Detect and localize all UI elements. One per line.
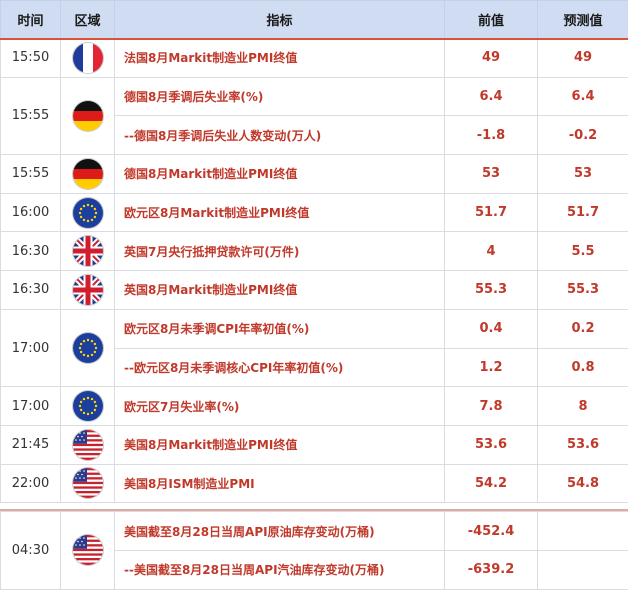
indicator-name: 美国8月Markit制造业PMI终值	[114, 424, 445, 465]
event-time: 17:00	[0, 386, 61, 426]
indicator-name: 英国7月央行抵押贷款许可(万件)	[114, 231, 445, 272]
forecast-value	[537, 511, 628, 551]
region-flag-cell	[60, 192, 115, 233]
event-time: 16:00	[0, 192, 61, 233]
usa-flag-icon	[73, 430, 103, 460]
eu-flag-icon	[73, 391, 103, 421]
indicator-name: 欧元区7月失业率(%)	[114, 386, 445, 426]
region-flag-cell	[60, 424, 115, 465]
indicator-name: 德国8月季调后失业率(%)	[114, 76, 445, 117]
event-time: 17:00	[0, 308, 61, 388]
forecast-value: 6.4	[537, 76, 628, 117]
forecast-value: 53	[537, 154, 628, 194]
event-time: 22:00	[0, 463, 61, 504]
indicator-name: 美国8月ISM制造业PMI	[114, 463, 445, 504]
forecast-value: 5.5	[537, 231, 628, 272]
table-row[interactable]: 17:00 欧元区7月失业率(%) 7.8 8	[0, 386, 628, 426]
region-flag-cell	[60, 154, 115, 194]
indicator-name: 法国8月Markit制造业PMI终值	[114, 38, 445, 78]
france-flag-icon	[73, 43, 103, 73]
germany-flag-icon	[73, 159, 103, 189]
region-flag-cell	[60, 231, 115, 272]
table-row[interactable]: 21:45 美国8月Markit制造业PMI终值 53.6 53.6	[0, 424, 628, 465]
uk-flag-icon	[73, 236, 103, 266]
previous-value: 55.3	[444, 270, 538, 310]
night-calendar-table: 04:30 美国截至8月28日当周API原油库存变动(万桶) -452.4 --美国截…	[0, 511, 628, 590]
event-time: 15:55	[0, 76, 61, 156]
calendar-table: 时间 区域 指标 前值 预测值 15:50 法国8月Markit制造业PMI终值 4…	[0, 0, 628, 504]
region-flag-cell	[60, 308, 115, 388]
usa-flag-icon	[73, 468, 103, 498]
uk-flag-icon	[73, 275, 103, 305]
usa-flag-icon	[73, 535, 103, 565]
region-flag-cell	[60, 38, 115, 78]
germany-flag-icon	[73, 101, 103, 131]
table-row[interactable]: 17:00 欧元区8月未季调CPI年率初值(%) 0.4 0.2	[0, 308, 628, 388]
previous-value: -639.2	[444, 549, 538, 590]
header-time: 时间	[0, 0, 61, 39]
indicator-name: --美国截至8月28日当周API汽油库存变动(万桶)	[114, 549, 445, 590]
header-region: 区域	[60, 0, 115, 39]
event-time: 16:30	[0, 231, 61, 272]
region-flag-cell	[60, 270, 115, 310]
event-time: 16:30	[0, 270, 61, 310]
previous-value: 4	[444, 231, 538, 272]
event-time: 04:30	[0, 511, 61, 590]
forecast-value: -0.2	[537, 115, 628, 156]
region-flag-cell	[60, 386, 115, 426]
region-flag-cell	[60, 76, 115, 156]
indicator-name: --欧元区8月未季调核心CPI年率初值(%)	[114, 347, 445, 388]
previous-value: 0.4	[444, 308, 538, 349]
event-time: 15:50	[0, 38, 61, 78]
forecast-value: 55.3	[537, 270, 628, 310]
indicator-name: 德国8月Markit制造业PMI终值	[114, 154, 445, 194]
previous-value: 1.2	[444, 347, 538, 388]
previous-value: -452.4	[444, 511, 538, 551]
eu-flag-icon	[73, 333, 103, 363]
table-row[interactable]: 15:50 法国8月Markit制造业PMI终值 49 49	[0, 38, 628, 78]
table-row[interactable]: 22:00 美国8月ISM制造业PMI 54.2 54.8	[0, 463, 628, 504]
table-row[interactable]: 15:55 德国8月季调后失业率(%) 6.4 6.4	[0, 76, 628, 156]
header-indicator: 指标	[114, 0, 445, 39]
region-flag-cell	[60, 463, 115, 504]
indicator-name: 英国8月Markit制造业PMI终值	[114, 270, 445, 310]
previous-value: 51.7	[444, 192, 538, 233]
indicator-name: 欧元区8月Markit制造业PMI终值	[114, 192, 445, 233]
previous-value: 53.6	[444, 424, 538, 465]
indicator-name: 美国截至8月28日当周API原油库存变动(万桶)	[114, 511, 445, 551]
forecast-value: 0.2	[537, 308, 628, 349]
previous-value: 7.8	[444, 386, 538, 426]
header-previous: 前值	[444, 0, 538, 39]
forecast-value: 49	[537, 38, 628, 78]
table-row[interactable]: 16:30 英国8月Markit制造业PMI终值 55.3 55.3	[0, 270, 628, 310]
table-row[interactable]: 16:30 英国7月央行抵押贷款许可(万件) 4 5.5	[0, 231, 628, 272]
forecast-value: 54.8	[537, 463, 628, 504]
table-row[interactable]: 15:55 德国8月Markit制造业PMI终值 53 53	[0, 154, 628, 194]
header-forecast: 预测值	[537, 0, 628, 39]
event-time: 21:45	[0, 424, 61, 465]
forecast-value: 53.6	[537, 424, 628, 465]
economic-calendar: 时间 区域 指标 前值 预测值 15:50 法国8月Markit制造业PMI终值 4…	[0, 0, 628, 606]
forecast-value	[537, 549, 628, 590]
forecast-value: 0.8	[537, 347, 628, 388]
region-flag-cell	[60, 511, 115, 590]
eu-flag-icon	[73, 198, 103, 228]
previous-value: 6.4	[444, 76, 538, 117]
indicator-name: --德国8月季调后失业人数变动(万人)	[114, 115, 445, 156]
previous-value: 53	[444, 154, 538, 194]
forecast-value: 8	[537, 386, 628, 426]
table-row[interactable]: 04:30 美国截至8月28日当周API原油库存变动(万桶) -452.4	[0, 511, 628, 590]
indicator-name: 欧元区8月未季调CPI年率初值(%)	[114, 308, 445, 349]
previous-value: 49	[444, 38, 538, 78]
forecast-value: 51.7	[537, 192, 628, 233]
table-header-row: 时间 区域 指标 前值 预测值	[0, 0, 628, 39]
event-time: 15:55	[0, 154, 61, 194]
previous-value: -1.8	[444, 115, 538, 156]
table-row[interactable]: 16:00 欧元区8月Markit制造业PMI终值 51.7 51.7	[0, 192, 628, 233]
previous-value: 54.2	[444, 463, 538, 504]
header-accent-line	[0, 38, 628, 40]
